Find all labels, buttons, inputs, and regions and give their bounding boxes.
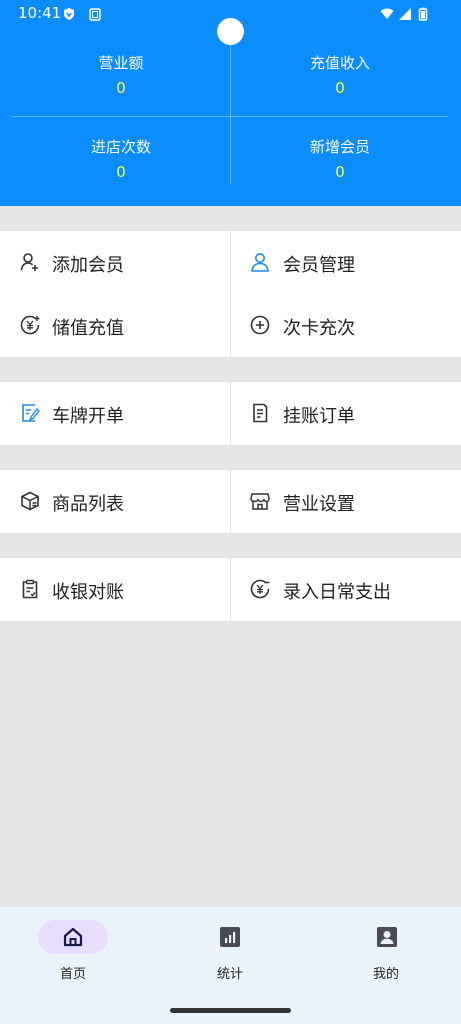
home-icon	[63, 927, 83, 947]
divider	[230, 44, 231, 184]
store-icon	[250, 493, 270, 510]
divider	[11, 116, 449, 117]
nav-label: 我的	[372, 967, 399, 982]
menu-label: 车牌开单	[52, 406, 124, 427]
business-settings-button[interactable]: 营业设置	[231, 470, 461, 533]
nav-label: 统计	[216, 967, 243, 982]
add-user-icon	[20, 253, 38, 271]
plate-order-button[interactable]: 车牌开单	[0, 382, 230, 445]
menu-label: 储值充值	[52, 318, 124, 339]
stat-value: 0	[116, 163, 126, 181]
menu-label: 添加会员	[52, 255, 124, 276]
yuan-coin-icon	[20, 315, 40, 335]
member-manage-button[interactable]: 会员管理	[231, 231, 461, 294]
gesture-bar[interactable]	[170, 1008, 291, 1013]
cash-reconcile-button[interactable]: 收银对账	[0, 558, 230, 621]
credit-orders-button[interactable]: 挂账订单	[231, 382, 461, 445]
nav-mine[interactable]: 我的	[309, 907, 461, 987]
stat-value: 0	[335, 163, 345, 181]
box-icon	[21, 491, 39, 511]
menu-label: 会员管理	[283, 255, 355, 276]
add-member-button[interactable]: 添加会员	[0, 231, 230, 294]
product-list-button[interactable]: 商品列表	[0, 470, 230, 533]
clipboard-check-icon	[22, 579, 38, 599]
edit-note-icon	[22, 404, 40, 422]
stat-label: 新增会员	[309, 138, 370, 156]
nav-label: 首页	[59, 967, 86, 982]
plus-circle-icon	[250, 315, 270, 335]
stored-recharge-button[interactable]: 储值充值	[0, 294, 230, 357]
receipt-icon	[253, 403, 268, 423]
bottom-nav: 首页 统计 我的	[0, 907, 461, 1024]
nav-home[interactable]: 首页	[0, 907, 154, 987]
card-recharge-button[interactable]: 次卡充次	[231, 294, 461, 357]
yuan-coin-icon	[250, 579, 270, 599]
daily-expense-button[interactable]: 录入日常支出	[231, 558, 461, 621]
stat-label: 进店次数	[90, 138, 151, 156]
account-box-icon	[377, 927, 397, 947]
stat-visits: 进店次数 0	[6, 0, 236, 181]
menu-label: 商品列表	[52, 494, 124, 515]
stats-header: 10:41 营业额 0 充值收入 0 进店次数 0 新增会员 0	[0, 0, 461, 206]
menu-label: 收银对账	[52, 582, 124, 603]
bar-chart-icon	[220, 927, 240, 947]
menu-label: 录入日常支出	[283, 582, 391, 603]
menu-label: 营业设置	[283, 494, 355, 515]
menu-label: 挂账订单	[283, 406, 355, 427]
nav-stats[interactable]: 统计	[153, 907, 307, 987]
user-icon	[251, 253, 269, 272]
menu-label: 次卡充次	[283, 318, 355, 339]
stat-new-members: 新增会员 0	[225, 0, 455, 181]
